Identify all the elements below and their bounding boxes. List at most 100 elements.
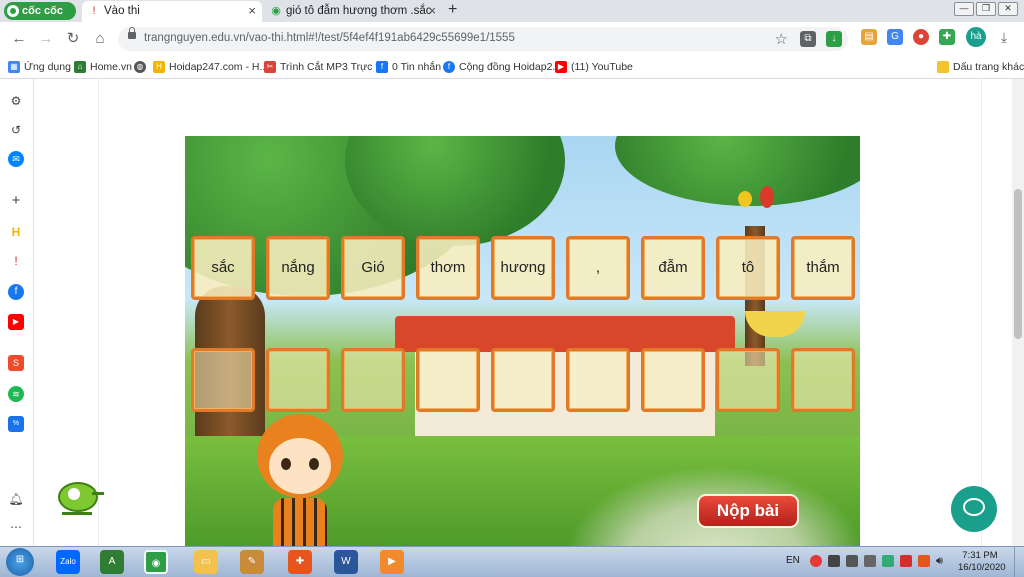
- bookmark-messages[interactable]: f 0 Tin nhắn: [376, 59, 441, 75]
- facebook-icon: f: [376, 61, 388, 73]
- word-card[interactable]: hương: [491, 236, 555, 300]
- apps-grid-icon: ▦: [8, 61, 20, 73]
- messenger-icon[interactable]: ✉: [8, 151, 24, 167]
- zalo-icon[interactable]: Zalo: [56, 550, 80, 574]
- sale-tag-icon[interactable]: %: [8, 416, 24, 432]
- bookmark-hoidap247[interactable]: H Hoidap247.com - H...: [153, 59, 268, 75]
- scrollbar-thumb[interactable]: [1014, 189, 1022, 339]
- settings-gear-icon[interactable]: ⚙: [8, 93, 24, 109]
- word-card[interactable]: ,: [566, 236, 630, 300]
- answer-slot[interactable]: [791, 348, 855, 412]
- answer-slot[interactable]: [716, 348, 780, 412]
- add-shortcut-icon[interactable]: +: [8, 193, 24, 209]
- extensions-puzzle-icon[interactable]: ✚: [939, 29, 955, 45]
- bookmark-globe[interactable]: ◍: [134, 59, 150, 75]
- tab-title: Vào thi: [104, 5, 140, 17]
- volume-icon[interactable]: 🔊︎: [936, 555, 948, 567]
- notification-bell-icon[interactable]: 🔔︎: [8, 491, 24, 507]
- other-bookmarks[interactable]: Dấu trang khác: [937, 59, 1024, 75]
- word-card[interactable]: nắng: [266, 236, 330, 300]
- word-icon[interactable]: W: [334, 550, 358, 574]
- network-signal-icon[interactable]: [864, 555, 876, 567]
- trangnguyen-sidebar-icon[interactable]: !: [8, 253, 24, 269]
- tray-status-icon[interactable]: [882, 555, 894, 567]
- answer-slot[interactable]: [416, 348, 480, 412]
- answer-slot[interactable]: [566, 348, 630, 412]
- download-icon[interactable]: ↓: [826, 31, 842, 47]
- tray-shield-icon[interactable]: [918, 555, 930, 567]
- app-a-icon[interactable]: A: [100, 550, 124, 574]
- shield-icon[interactable]: ✚: [288, 550, 312, 574]
- media-player-icon[interactable]: ▶: [380, 550, 404, 574]
- tab-search[interactable]: ◉ gió tô đẫm hương thơm .sắc ×: [264, 1, 442, 22]
- address-bar[interactable]: trangnguyen.edu.vn/vao-thi.html#!/test/5…: [118, 27, 848, 51]
- close-tab-icon[interactable]: ×: [428, 1, 436, 21]
- word-card[interactable]: sắc: [191, 236, 255, 300]
- answer-slot[interactable]: [641, 348, 705, 412]
- close-tab-icon[interactable]: ×: [248, 1, 256, 21]
- extension-translate-icon[interactable]: G: [887, 29, 903, 45]
- tray-device-icon[interactable]: [846, 555, 858, 567]
- reload-icon[interactable]: ↻: [64, 30, 82, 48]
- vertical-scrollbar[interactable]: [1012, 79, 1024, 546]
- forward-icon[interactable]: →: [37, 30, 55, 48]
- helicopter-mascot[interactable]: [54, 472, 104, 522]
- bookmark-star-icon[interactable]: ☆: [775, 30, 788, 48]
- bookmark-mp3-cutter[interactable]: ✂ Trình Cắt MP3 Trực t...: [264, 59, 387, 75]
- browser-sidebar: ⚙ ↺ ✉ + H ! f ▶ S ≋ % 🔔︎ ⋯: [0, 79, 34, 546]
- more-options-icon[interactable]: ⋯: [8, 519, 24, 535]
- extension-chrome-icon[interactable]: ●: [913, 29, 929, 45]
- hoidap-icon: H: [153, 61, 165, 73]
- start-button[interactable]: ⊞: [6, 548, 34, 576]
- bookmark-homevn[interactable]: ⌂ Home.vn: [74, 59, 132, 75]
- bookmark-community[interactable]: f Cộng đồng Hoidap2...: [443, 59, 561, 75]
- bookmark-label: Hoidap247.com - H...: [169, 61, 269, 73]
- hoidap-sidebar-icon[interactable]: H: [8, 224, 24, 240]
- submit-button[interactable]: Nộp bài: [697, 494, 799, 528]
- answer-slot[interactable]: [341, 348, 405, 412]
- home-icon[interactable]: ⌂: [91, 30, 109, 48]
- word-card[interactable]: tô: [716, 236, 780, 300]
- history-icon[interactable]: ↺: [8, 122, 24, 138]
- answer-slot[interactable]: [191, 348, 255, 412]
- close-window-button[interactable]: ✕: [998, 2, 1018, 16]
- minimize-button[interactable]: —: [954, 2, 974, 16]
- file-explorer-icon[interactable]: ▭: [194, 550, 218, 574]
- input-language[interactable]: EN: [786, 555, 800, 566]
- system-clock[interactable]: 7:31 PM 16/10/2020: [958, 550, 1006, 574]
- coccoc-taskbar-icon[interactable]: ◉: [144, 550, 168, 574]
- bookmark-label: (11) YouTube: [571, 61, 633, 73]
- youtube-icon[interactable]: ▶: [8, 314, 24, 330]
- tray-flag-icon[interactable]: [828, 555, 840, 567]
- word-card[interactable]: thơm: [416, 236, 480, 300]
- tiger-girl-character: [255, 414, 345, 546]
- tab-strip: cốc cốc ! Vào thi × ◉ gió tô đẫm hương t…: [0, 0, 1024, 22]
- word-card[interactable]: Gió: [341, 236, 405, 300]
- tab-title: gió tô đẫm hương thơm .sắc: [286, 5, 432, 17]
- bookmark-apps[interactable]: ▦ Ứng dụng: [8, 59, 71, 75]
- tray-app-icon[interactable]: [810, 555, 822, 567]
- tab-vao-thi[interactable]: ! Vào thi ×: [82, 1, 262, 22]
- antivirus-icon[interactable]: [900, 555, 912, 567]
- word-card[interactable]: đẫm: [641, 236, 705, 300]
- coccoc-logo[interactable]: cốc cốc: [4, 2, 76, 20]
- bookmarks-bar: ▦ Ứng dụng ⌂ Home.vn ◍ H Hoidap247.com -…: [0, 56, 1024, 79]
- downloads-icon[interactable]: ⤓: [996, 29, 1012, 45]
- shopee-icon[interactable]: S: [8, 355, 24, 371]
- answer-slot[interactable]: [266, 348, 330, 412]
- show-desktop-button[interactable]: [1014, 547, 1024, 577]
- profile-avatar[interactable]: hà: [966, 27, 986, 47]
- maximize-button[interactable]: ❐: [976, 2, 996, 16]
- answer-slot[interactable]: [491, 348, 555, 412]
- extension-notes-icon[interactable]: ▤: [861, 29, 877, 45]
- chat-bubble-icon[interactable]: [951, 486, 997, 532]
- spotify-icon[interactable]: ≋: [8, 386, 24, 402]
- facebook-icon[interactable]: f: [8, 284, 24, 300]
- new-tab-button[interactable]: +: [448, 1, 457, 19]
- game-canvas: sắc nắng Gió thơm hương , đẫm tô thắm Nộ…: [185, 136, 860, 546]
- translate-page-icon[interactable]: ⧉: [800, 31, 816, 47]
- word-card[interactable]: thắm: [791, 236, 855, 300]
- back-icon[interactable]: ←: [10, 30, 28, 48]
- paint-icon[interactable]: ✎: [240, 550, 264, 574]
- bookmark-youtube[interactable]: ▶ (11) YouTube: [555, 59, 633, 75]
